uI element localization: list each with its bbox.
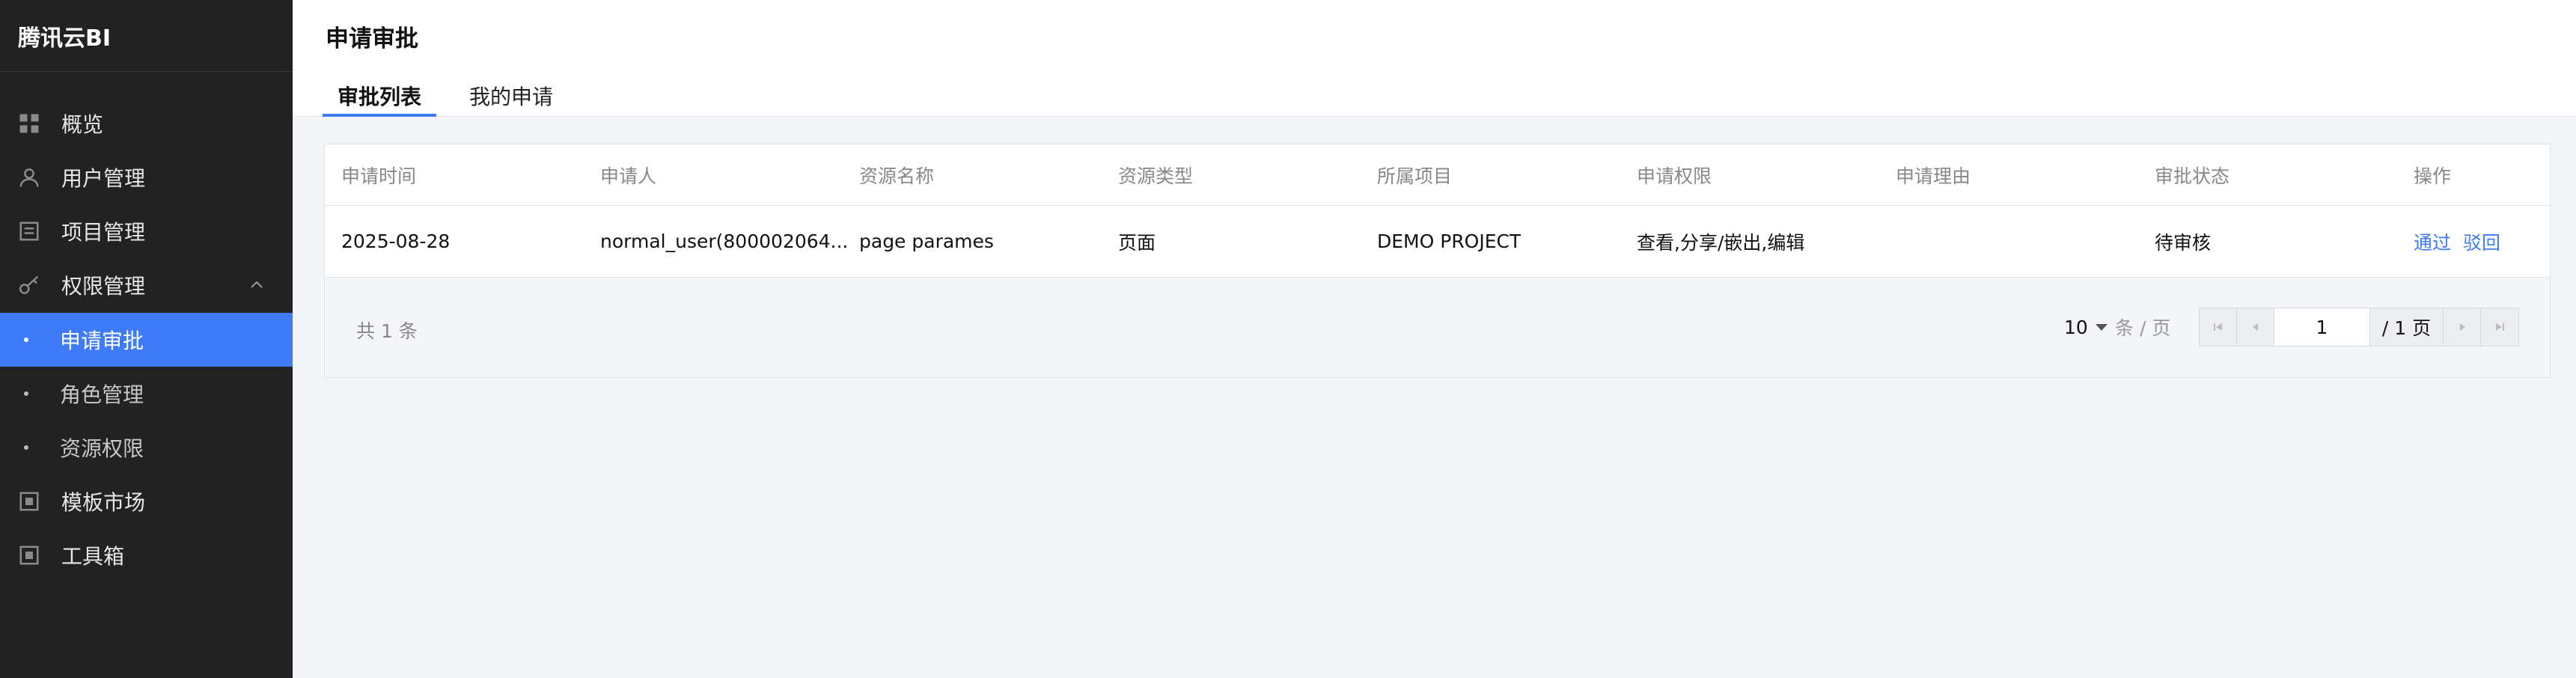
cell-actions: 通过 驳回 [2414,206,2512,277]
pagination: / 1 页 [2199,308,2519,346]
sidebar-subitem-roles[interactable]: 角色管理 [0,367,293,421]
prev-page-button[interactable] [2237,308,2274,346]
approve-link[interactable]: 通过 [2414,228,2451,255]
sidebar-subitem-label: 资源权限 [60,436,144,461]
next-page-icon [2459,323,2465,331]
chevron-up-icon [251,281,263,288]
sidebar-subitem-label: 角色管理 [60,382,144,407]
sidebar-item-label: 项目管理 [61,220,146,245]
total-count: 共 1 条 [356,320,418,342]
cell-status: 待审核 [2155,231,2212,254]
page-number-input[interactable] [2274,308,2370,346]
last-page-button[interactable] [2481,308,2518,346]
first-page-icon [2213,323,2222,331]
sidebar-item-label: 工具箱 [61,544,125,569]
sidebar-item-permissions[interactable]: 权限管理 [0,258,293,312]
sidebar-subitem-approval[interactable]: 申请审批 [0,313,293,367]
sidebar-subitem-resource-permissions[interactable]: 资源权限 [0,421,293,474]
sidebar-item-label: 概览 [61,112,104,137]
bullet-icon [24,338,28,342]
page-size-value: 10 [2064,316,2088,338]
page-header: 申请审批 审批列表 我的申请 [293,0,2576,117]
cell-resource-type: 页面 [1118,231,1156,254]
total-pages: / 1 页 [2370,308,2444,346]
reject-link[interactable]: 驳回 [2463,228,2500,255]
column-header-project: 所属项目 [1377,165,1453,187]
bullet-icon [24,391,28,396]
sidebar-item-projects[interactable]: 项目管理 [0,204,293,258]
sidebar-item-label: 用户管理 [61,166,146,191]
cell-resource-name: page parames [859,230,994,252]
cell-project: DEMO PROJECT [1377,230,1522,252]
column-header-actions: 操作 [2414,165,2452,187]
project-icon [18,220,40,242]
first-page-button[interactable] [2200,308,2237,346]
prev-page-icon [2252,323,2258,331]
sidebar-item-label: 模板市场 [61,490,146,515]
sidebar-item-templates[interactable]: 模板市场 [0,474,293,528]
column-header-applicant: 申请人 [600,165,657,187]
sidebar-item-overview[interactable]: 概览 [0,97,293,150]
column-header-permission: 申请权限 [1637,165,1712,187]
key-icon [18,274,40,296]
sidebar-item-toolbox[interactable]: 工具箱 [0,528,293,582]
tab-bar: 审批列表 我的申请 [323,75,586,117]
sidebar: 腾讯云BI 概览 用户管理 项目管理 权限管理 申请审批 角色管理 资源权限 模… [0,0,293,678]
column-header-status: 审批状态 [2155,165,2230,187]
column-header-resource-type: 资源类型 [1118,165,1194,187]
toolbox-icon [18,544,40,566]
page-size-select[interactable]: 10 [2064,312,2108,342]
brand-logo[interactable]: 腾讯云BI [0,0,293,72]
user-icon [18,166,40,189]
caret-down-icon [2095,323,2108,331]
sidebar-item-users[interactable]: 用户管理 [0,150,293,204]
tab-my-requests[interactable]: 我的申请 [454,75,568,117]
per-page-label: 条 / 页 [2115,317,2171,339]
next-page-button[interactable] [2444,308,2481,346]
approval-table: 申请时间 申请人 资源名称 资源类型 所属项目 申请权限 申请理由 审批状态 操… [324,144,2551,378]
cell-time: 2025-08-28 [341,230,451,252]
sidebar-subitem-label: 申请审批 [60,329,144,353]
template-icon [18,490,40,513]
sidebar-item-label: 权限管理 [61,274,146,299]
dashboard-icon [18,112,40,135]
last-page-icon [2496,323,2504,331]
column-header-time: 申请时间 [341,165,417,187]
table-row: 2025-08-28 normal_user(800002064... page… [325,206,2550,278]
table-footer: 共 1 条 10 条 / 页 / 1 页 [325,278,2550,379]
tab-approval-list[interactable]: 审批列表 [323,75,437,117]
table-header: 申请时间 申请人 资源名称 资源类型 所属项目 申请权限 申请理由 审批状态 操… [325,144,2550,206]
cell-applicant: normal_user(800002064... [600,230,847,252]
column-header-reason: 申请理由 [1896,165,1971,187]
cell-permission: 查看,分享/嵌出,编辑 [1637,231,1805,254]
column-header-resource-name: 资源名称 [859,165,935,187]
bullet-icon [24,445,28,450]
page-title: 申请审批 [326,25,418,52]
